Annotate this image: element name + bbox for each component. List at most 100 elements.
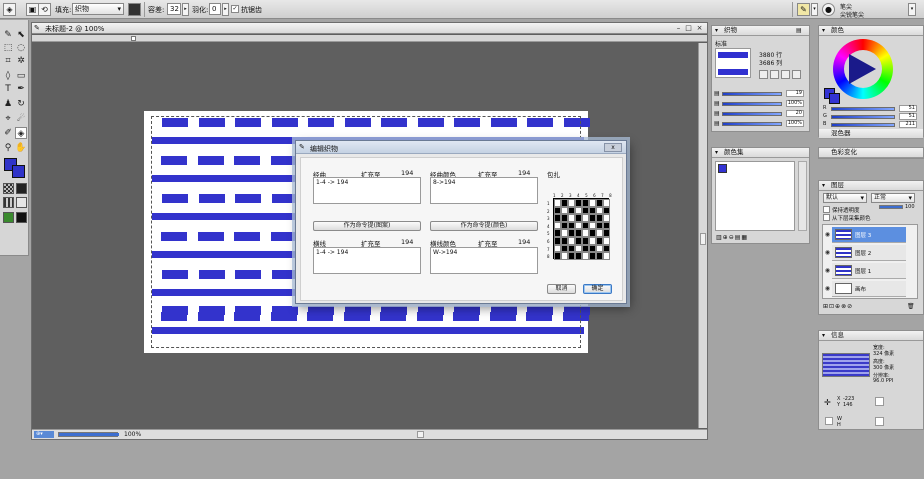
tie-up-cell[interactable] xyxy=(603,199,610,207)
fabric-slider-value[interactable]: 20 xyxy=(786,110,804,117)
tie-up-cell[interactable] xyxy=(603,206,610,215)
fabric-slider-value[interactable]: 19 xyxy=(786,90,804,97)
tie-up-cell[interactable] xyxy=(596,206,603,215)
eyedropper-icon[interactable]: ✐ xyxy=(2,127,14,139)
opacity-slider[interactable] xyxy=(879,205,903,209)
tie-up-cell[interactable] xyxy=(603,244,610,253)
rectangle-icon[interactable]: ▭ xyxy=(15,70,27,82)
tie-up-cell[interactable] xyxy=(582,252,589,260)
color-panel-tab[interactable]: 颜色 xyxy=(819,26,923,36)
rotate-icon[interactable]: ↻ xyxy=(15,98,27,110)
fabric-save-icon[interactable] xyxy=(770,70,779,79)
fabric-collapse-icon[interactable]: ▾ xyxy=(715,27,718,34)
composite-method-select[interactable]: 默认 xyxy=(823,193,867,203)
tie-up-cell[interactable] xyxy=(575,244,582,253)
swatches-scrollbar[interactable] xyxy=(798,161,807,231)
pattern-icon[interactable] xyxy=(3,197,14,208)
fabric-slider-value[interactable]: 100% xyxy=(786,120,804,127)
color-triangle[interactable] xyxy=(849,54,876,84)
rgb-slider[interactable] xyxy=(831,123,895,127)
magic-wand-icon[interactable]: ✲ xyxy=(15,55,27,67)
select-tool-icon[interactable]: ⬉ xyxy=(15,29,27,41)
tie-up-cell[interactable] xyxy=(575,229,582,237)
tie-up-cell[interactable] xyxy=(589,199,596,207)
vertical-scroll-thumb[interactable] xyxy=(700,233,706,245)
tie-up-cell[interactable] xyxy=(568,229,575,237)
tie-up-cell[interactable] xyxy=(589,229,596,237)
layer-visibility-icon[interactable]: ◉ xyxy=(824,263,831,279)
tie-up-cell[interactable] xyxy=(554,229,561,237)
zoom-slider[interactable] xyxy=(58,432,119,437)
tie-up-cell[interactable] xyxy=(554,214,561,222)
fabric-copy-icon[interactable] xyxy=(781,70,790,79)
fill-select[interactable]: 织物 xyxy=(72,3,124,15)
tie-up-cell[interactable] xyxy=(575,214,582,222)
tie-up-cell[interactable] xyxy=(561,236,568,245)
tie-up-cell[interactable] xyxy=(582,221,589,230)
tie-up-cell[interactable] xyxy=(554,252,561,260)
tie-up-cell[interactable] xyxy=(561,229,568,237)
gradient-icon[interactable] xyxy=(16,183,27,194)
color-as-command-button[interactable]: 作为命令提(颜色) xyxy=(430,221,538,231)
tie-up-cell[interactable] xyxy=(568,236,575,245)
tie-up-cell[interactable] xyxy=(554,244,561,253)
tie-up-cell[interactable] xyxy=(561,214,568,222)
tie-up-cell[interactable] xyxy=(582,214,589,222)
hand-icon[interactable]: ✋ xyxy=(15,142,27,154)
info-panel-tab[interactable]: 信息 xyxy=(819,331,923,341)
feather-stepper-icon[interactable]: ▸ xyxy=(222,3,229,16)
paint-bucket-icon[interactable]: ◈ xyxy=(15,127,27,139)
ok-button[interactable]: 确定 xyxy=(583,284,612,294)
tie-up-cell[interactable] xyxy=(554,236,561,245)
tie-up-cell[interactable] xyxy=(575,199,582,207)
tie-up-cell[interactable] xyxy=(603,214,610,222)
layer-row[interactable]: ◉ 图层 2 xyxy=(825,245,906,261)
nozzle-icon[interactable] xyxy=(3,212,14,223)
layer-visibility-icon[interactable]: ◉ xyxy=(824,245,831,261)
tie-up-cell[interactable] xyxy=(589,236,596,245)
tie-up-cell[interactable] xyxy=(582,236,589,245)
tie-up-cell[interactable] xyxy=(568,199,575,207)
tie-up-cell[interactable] xyxy=(568,206,575,215)
cancel-button[interactable]: 取消 xyxy=(547,284,576,294)
rgb-slider[interactable] xyxy=(831,115,895,119)
tie-up-cell[interactable] xyxy=(554,221,561,230)
weave-icon[interactable] xyxy=(16,197,27,208)
tie-up-cell[interactable] xyxy=(568,221,575,230)
tie-up-cell[interactable] xyxy=(589,244,596,253)
tie-up-cell[interactable] xyxy=(575,206,582,215)
rubber-stamp-icon[interactable]: ♟ xyxy=(2,98,14,110)
tie-up-cell[interactable] xyxy=(596,199,603,207)
maximize-icon[interactable]: □ xyxy=(684,24,693,32)
layer-row[interactable]: ◉ 图层 1 xyxy=(825,263,906,279)
tie-up-cell[interactable] xyxy=(603,236,610,245)
tie-up-cell[interactable] xyxy=(575,252,582,260)
antialias-checkbox[interactable]: ✓ xyxy=(231,5,239,13)
rgb-value[interactable]: 51 xyxy=(899,105,917,112)
warp-textarea[interactable]: 1-4 -> 194 xyxy=(313,177,421,204)
tie-up-cell[interactable] xyxy=(561,221,568,230)
delete-layer-icon[interactable]: 🗑 xyxy=(907,303,915,310)
layer-row[interactable]: ◉ 画布 xyxy=(825,281,906,297)
tie-up-cell[interactable] xyxy=(589,214,596,222)
color-secondary-swatch[interactable] xyxy=(829,93,840,104)
brush-tool-icon[interactable]: ✎ xyxy=(2,29,14,41)
layer-visibility-icon[interactable]: ◉ xyxy=(824,227,831,243)
lasso-icon[interactable]: ◌ xyxy=(15,42,27,54)
tie-up-cell[interactable] xyxy=(596,236,603,245)
brush-dropdown-icon[interactable]: ▾ xyxy=(811,3,818,16)
tie-up-cell[interactable] xyxy=(596,221,603,230)
reset-icon[interactable]: ⟲ xyxy=(38,3,51,16)
tie-up-cell[interactable] xyxy=(582,199,589,207)
minimize-icon[interactable]: – xyxy=(674,24,683,32)
dialog-close-button[interactable]: x xyxy=(604,143,622,152)
close-icon[interactable]: × xyxy=(695,24,704,32)
tie-up-cell[interactable] xyxy=(554,199,561,207)
tie-up-cell[interactable] xyxy=(596,244,603,253)
tie-up-cell[interactable] xyxy=(568,252,575,260)
swatch-item[interactable] xyxy=(718,164,727,173)
pencil-icon[interactable]: ✎ xyxy=(797,3,810,16)
fabric-slider[interactable] xyxy=(722,92,782,96)
layers-collapse-icon[interactable]: ▾ xyxy=(822,182,825,189)
smudge-icon[interactable]: ☄ xyxy=(15,113,27,125)
